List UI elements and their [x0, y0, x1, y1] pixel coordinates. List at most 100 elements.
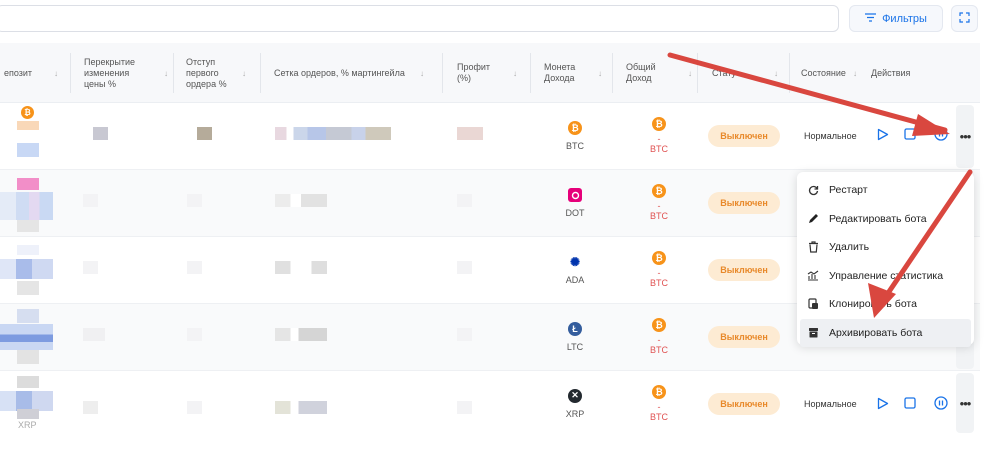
masked-value [275, 261, 327, 274]
masked-value [457, 127, 483, 140]
polkadot-icon [568, 188, 582, 202]
masked-value [197, 127, 212, 140]
column-header-income-coin[interactable]: Монета Дохода ↓ [544, 43, 602, 103]
total-income-cell: ₿ - BTC [650, 318, 668, 355]
masked-value [187, 328, 202, 341]
column-divider [260, 53, 261, 93]
masked-value [83, 401, 98, 414]
total-income-cell: ₿ - BTC [650, 251, 668, 288]
stats-icon [806, 269, 820, 283]
clone-icon [806, 297, 820, 311]
income-coin-cell: ₿ BTC [566, 121, 584, 151]
fullscreen-button[interactable] [951, 5, 978, 32]
sort-icon[interactable]: ↓ [598, 68, 602, 79]
trash-icon [806, 240, 820, 254]
column-header-profit[interactable]: Профит (%) ↓ [457, 43, 517, 103]
masked-value [275, 127, 391, 140]
bitcoin-icon: ₿ [652, 384, 666, 399]
status-badge: Выключен [708, 326, 780, 348]
sort-icon[interactable]: ↓ [853, 68, 857, 79]
ripple-icon: ✕ [568, 388, 582, 403]
status-badge: Выключен [708, 192, 780, 214]
income-coin-cell: DOT [555, 170, 595, 236]
sort-icon[interactable]: ↓ [688, 68, 692, 79]
search-input[interactable] [0, 5, 839, 32]
filter-icon [865, 12, 877, 25]
bitcoin-icon: ₿ [652, 117, 666, 131]
column-header-indent[interactable]: Отступ первого ордера % ↓ [186, 43, 246, 103]
masked-value [17, 121, 39, 130]
masked-value [0, 324, 53, 350]
income-coin-cell: ✕ XRP [565, 388, 585, 419]
filters-button[interactable]: Фильтры [849, 5, 943, 32]
masked-value [17, 143, 39, 157]
cardano-icon: ✺ [568, 255, 582, 269]
column-header-total-income[interactable]: Общий Доход ↓ [626, 43, 692, 103]
menu-item-clone-bot[interactable]: Клонировать бота [797, 290, 974, 319]
play-icon[interactable] [877, 128, 889, 141]
deposit-coin-label: XRP [18, 420, 37, 430]
masked-value [17, 309, 39, 323]
filters-label: Фильтры [882, 12, 927, 25]
pause-icon[interactable] [934, 396, 948, 410]
column-divider [530, 53, 531, 93]
masked-value [17, 409, 39, 419]
masked-value [187, 194, 202, 207]
play-icon[interactable] [877, 397, 889, 410]
column-header-status[interactable]: Стату ↓ [712, 43, 778, 103]
column-header-state[interactable]: Состояние ↓ [801, 43, 861, 103]
masked-value [0, 259, 53, 279]
scroll-area [0, 436, 993, 449]
masked-value [275, 328, 327, 341]
masked-value [17, 376, 39, 388]
column-header-deposit[interactable]: епозит ↓ [4, 43, 64, 103]
masked-value [275, 401, 327, 414]
bitcoin-icon: ₿ [652, 184, 666, 198]
table-row[interactable]: XRP ✕ XRP ₿ - BTC Выключен Нормальное ••… [0, 371, 980, 437]
masked-value [17, 178, 39, 190]
toolbar: Фильтры [0, 0, 993, 38]
menu-item-archive-bot[interactable]: Архивировать бота [800, 318, 971, 347]
state-text: Нормальное [804, 131, 857, 141]
bitcoin-icon: ₿ [652, 251, 666, 265]
sort-icon[interactable]: ↓ [242, 68, 246, 79]
masked-value [187, 401, 202, 414]
column-header-overlap[interactable]: Перекрытие изменения цены % ↓ [84, 43, 168, 103]
menu-item-statistics[interactable]: Управление статистика [797, 262, 974, 291]
masked-value [17, 350, 39, 364]
state-text: Нормальное [804, 399, 857, 409]
more-actions-button[interactable]: ••• [956, 373, 974, 433]
masked-value [457, 401, 472, 414]
table-header: епозит ↓ Перекрытие изменения цены % ↓ О… [0, 43, 980, 103]
column-divider [173, 53, 174, 93]
masked-value [187, 261, 202, 274]
sort-icon[interactable]: ↓ [164, 68, 168, 79]
column-header-actions: Действия [871, 67, 911, 78]
stop-icon[interactable] [904, 397, 916, 409]
sort-icon[interactable]: ↓ [54, 68, 58, 79]
status-badge: Выключен [708, 259, 780, 281]
more-actions-button[interactable]: ••• [956, 105, 974, 168]
table-row[interactable]: ₿ ₿ BTC ₿ - BTC Выключен Нормальное ••• [0, 103, 980, 170]
masked-value [0, 192, 53, 220]
income-coin-cell: ✺ ADA [565, 255, 585, 285]
sort-icon[interactable]: ↓ [513, 68, 517, 79]
masked-value [457, 261, 472, 274]
masked-value [457, 328, 472, 341]
sort-icon[interactable]: ↓ [420, 68, 424, 79]
column-divider [70, 53, 71, 93]
sort-icon[interactable]: ↓ [774, 68, 778, 79]
fullscreen-icon [959, 11, 970, 26]
bitcoin-icon: ₿ [568, 121, 582, 135]
pencil-icon [806, 212, 820, 226]
menu-item-edit-bot[interactable]: Редактировать бота [797, 205, 974, 234]
masked-value [83, 261, 98, 274]
stop-icon[interactable] [904, 128, 916, 140]
pause-icon[interactable] [934, 127, 948, 141]
bot-actions-menu: Рестарт Редактировать бота Удалить Управ… [797, 172, 974, 347]
masked-value [17, 220, 39, 232]
total-income-cell: ₿ - BTC [650, 384, 668, 422]
menu-item-restart[interactable]: Рестарт [797, 176, 974, 205]
menu-item-delete[interactable]: Удалить [797, 233, 974, 262]
column-header-grid[interactable]: Сетка ордеров, % мартингейла ↓ [274, 43, 434, 103]
